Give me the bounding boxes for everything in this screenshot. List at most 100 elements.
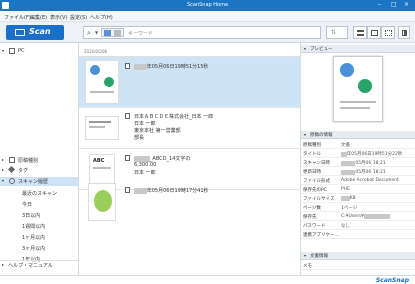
search-mode-toggle[interactable] (101, 28, 124, 37)
item-line2: 6,300.00 (134, 162, 157, 168)
view-list-button[interactable] (353, 26, 367, 39)
memo-label: メモ (303, 264, 312, 269)
chevron-right-icon[interactable]: ▸ (2, 157, 4, 162)
preview-graphic (358, 79, 372, 93)
chevron-down-icon[interactable]: ▼ (95, 30, 98, 35)
info-value: なし (341, 224, 350, 229)
sidebar-item-pc[interactable]: ▾ PC (0, 47, 79, 56)
document-type-icon (9, 157, 15, 163)
status-bar: ScanSnap (0, 275, 415, 284)
history-1week[interactable]: 1週間以内 (22, 223, 45, 230)
list-item[interactable]: 日本ＡＢＣＤＥ株式会社_日本 一郎 日本 一郎 東京本社 第一営業部 部長 (79, 109, 301, 149)
info-header-label: 原稿の情報 (310, 133, 333, 138)
sidebar-item-label: PC (18, 48, 25, 54)
chevron-right-icon[interactable]: ▸ (2, 262, 4, 267)
chevron-down-icon[interactable]: ▾ (2, 48, 4, 53)
chevron-down-icon[interactable]: ▾ (2, 178, 4, 183)
menu-file[interactable]: ファイル(F) (4, 14, 31, 21)
window-title: ScanSnap Home (186, 2, 229, 8)
document-info-header-label: 文書情報 (310, 254, 328, 259)
menu-help[interactable]: ヘルプ(H) (90, 14, 113, 21)
scan-button-label: Scan (29, 27, 51, 36)
sort-icon: ⇅ (331, 29, 337, 36)
info-header[interactable]: ▾ 原稿の情報 (301, 131, 415, 139)
menu-view[interactable]: 表示(V) (50, 14, 67, 21)
info-value[interactable]: 年05月06日19時51分22秒 (347, 152, 403, 157)
preview-graphic (340, 63, 354, 77)
close-icon[interactable]: × (404, 1, 409, 8)
history-today[interactable]: 今日 (22, 201, 32, 208)
document-list: 2020/05/06 0000年05月06日19時51分15秒 日本ＡＢＣＤＥ株… (79, 43, 301, 275)
sidebar-item-document-type[interactable]: ▸ 原稿種別 (0, 156, 79, 165)
chevron-right-icon[interactable]: ▸ (2, 167, 4, 172)
chevron-down-icon[interactable]: ▾ (304, 46, 306, 51)
sort-button[interactable]: ⇅ (326, 26, 348, 39)
photo-icon (125, 187, 130, 193)
document-icon (125, 63, 130, 69)
title-bar: ScanSnap Home – □ × (0, 0, 415, 11)
info-value: PHE (341, 187, 350, 192)
item-line4: 部長 (134, 135, 145, 141)
thumb-line (89, 121, 111, 123)
sidebar-item-scan-history[interactable]: ▾ スキャン履歴 (0, 177, 79, 186)
panel-icon (402, 30, 407, 36)
photo-thumbnail (88, 183, 116, 221)
list-item[interactable]: 0000年05月06日19時51分15秒 (79, 57, 301, 108)
minimize-icon[interactable]: – (378, 1, 381, 8)
history-recent[interactable]: 最近のスキャン (22, 190, 57, 197)
info-row: スキャン日時0000005月06 18:21 (301, 158, 415, 167)
search-input[interactable]: キーワード (128, 30, 153, 37)
date-header: 2020/05/06 (79, 47, 301, 57)
info-value: KB (349, 196, 356, 201)
sidebar-item-label: スキャン履歴 (18, 179, 49, 185)
thumb-text: ABC (93, 158, 105, 164)
preview-header[interactable]: ▾ プレビュー (301, 45, 415, 53)
chevron-down-icon[interactable]: ▾ (304, 132, 306, 137)
info-row: 更新日時0000005月06 18:21 (301, 167, 415, 176)
history-3days[interactable]: 3日以内 (22, 212, 40, 219)
info-key: ファイル形式 (303, 179, 330, 184)
maximize-icon[interactable]: □ (391, 1, 397, 8)
view-grid-button[interactable] (381, 26, 395, 39)
info-row: ファイルサイズ000KB (301, 194, 415, 203)
info-value[interactable]: 文書 (341, 142, 350, 148)
menu-settings[interactable]: 設定(S) (70, 14, 87, 21)
memo-row[interactable]: メモ (301, 261, 415, 270)
item-line3: 日本 一郎 (134, 170, 156, 176)
info-value[interactable]: C:¥Users¥ (341, 214, 364, 219)
grid-view-icon (385, 30, 392, 36)
sidebar-item-tag[interactable]: ▸ タグ (0, 165, 79, 175)
sidebar-item-label: 原稿種別 (18, 158, 39, 164)
menu-bar: ファイル(F) 編集(E) 表示(V) 設定(S) ヘルプ(H) (0, 11, 415, 22)
info-value: 05月06 18:21 (355, 170, 386, 175)
thumb-graphic (90, 65, 100, 75)
info-value: Adobe Acrobat Document (341, 178, 399, 183)
scan-button[interactable]: Scan (6, 25, 64, 40)
chevron-down-icon[interactable]: ▾ (304, 253, 306, 258)
document-thumbnail (85, 60, 119, 104)
menu-edit[interactable]: 編集(E) (30, 14, 47, 21)
grid-mode-icon (114, 30, 121, 36)
list-item[interactable]: 0000年05月06日19時17分41秒 (79, 179, 301, 225)
detail-view-icon (371, 30, 378, 36)
preview-image (333, 56, 383, 122)
history-3months[interactable]: 3ヶ月以内 (22, 245, 45, 252)
search-box[interactable]: ⌕ ▼ キーワード (83, 26, 321, 39)
history-1month[interactable]: 1ヶ月以内 (22, 234, 45, 241)
preview-header-label: プレビュー (310, 47, 333, 52)
info-row: ページ数 1ページ (301, 203, 415, 212)
panel-toggle-button[interactable] (398, 26, 410, 39)
info-key: タイトル (303, 152, 321, 157)
thumb-graphic (94, 190, 112, 212)
thumb-line (93, 167, 111, 169)
history-icon (9, 178, 15, 184)
list-view-icon (357, 30, 364, 36)
info-row: 連携アプリケー… (301, 230, 415, 239)
info-key: 連携アプリケー… (303, 233, 339, 238)
info-key: 更新日時 (303, 170, 321, 175)
info-value: 05月06 18:21 (355, 161, 386, 166)
document-info-header[interactable]: ▾ 文書情報 (301, 252, 415, 260)
view-detail-button[interactable] (367, 26, 381, 39)
sidebar-help[interactable]: ▸ ヘルプ・マニュアル (0, 260, 79, 269)
info-key: ページ数 (303, 206, 321, 211)
